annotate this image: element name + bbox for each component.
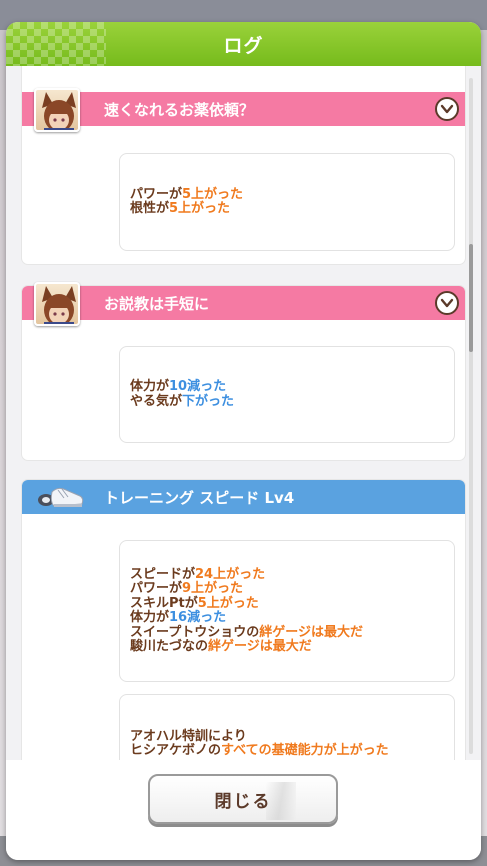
event-message: 体力が10減った やる気が下がった [119,346,455,443]
highlight: 絆ゲージは最大だ [259,624,363,640]
text: スピードが [130,566,196,582]
highlight: 10減った [169,379,227,394]
header-pattern [6,22,106,66]
scrollbar-track[interactable] [469,78,473,754]
highlight: 16減った [169,610,227,625]
event-card-header[interactable]: 速くなれるお薬依頼？ [22,88,465,132]
event-title: 速くなれるお薬依頼？ [104,100,255,119]
dialog-title: ログ [223,34,264,57]
highlight: 5上がった [197,595,259,611]
message-line: スイープトウショウの絆ゲージは最大だ [130,624,444,641]
text: スキルPtが [130,595,198,611]
highlight: 24上がった [195,566,266,582]
event-title: トレーニング スピード Lv4 [104,488,295,507]
chevron-down-icon[interactable] [435,97,459,121]
text: パワーが [130,581,183,596]
text: 駿川たづなの [130,639,209,654]
dialog-header: ログ [6,22,481,66]
event-message: アオハル特訓により ヒシアケボノのすべての基礎能力が上がった [119,694,455,760]
highlight: 下がった [182,393,235,409]
close-button[interactable]: 閉じる [148,774,338,824]
text: 体力が [130,610,170,625]
message-line: スキルPtが5上がった [130,595,444,612]
highlight: 5上がった [182,186,244,202]
highlight: すべての基礎能力が上がった [221,743,389,758]
message-line: 根性が5上がった [130,201,444,217]
highlight: 絆ゲージは最大だ [208,639,312,654]
shoe-icon [38,487,84,507]
event-card-header[interactable]: お説教は手短に [22,282,465,326]
message-line: スピードが24上がった [130,566,444,583]
message-line: パワーが9上がった [130,581,444,597]
text: パワーが [130,186,183,202]
log-dialog: ログ 速くなれるお薬依頼？ パワーが5上がった 根性が5上がった お説教は手短に… [6,22,481,860]
chevron-down-icon[interactable] [435,291,459,315]
event-card: トレーニング スピード Lv4 スピードが24上がった パワーが9上がった スキ… [22,480,465,760]
message-line: 体力が16減った [130,610,444,626]
text: やる気が [130,393,183,409]
text: スイープトウショウの [130,624,260,640]
character-portrait-icon [34,282,80,326]
event-title: お説教は手短に [104,294,210,313]
message-line: アオハル特訓により [130,728,444,745]
message-line: やる気が下がった [130,393,444,410]
text: アオハル特訓により [130,728,247,744]
text: 根性が [130,201,170,216]
event-card-header[interactable]: トレーニング スピード Lv4 [22,480,465,514]
highlight: 9上がった [182,581,244,596]
event-card: お説教は手短に 体力が10減った やる気が下がった [22,282,465,460]
message-line: ヒシアケボノのすべての基礎能力が上がった [130,743,444,759]
close-button-label: 閉じる [214,791,272,812]
message-line: 体力が10減った [130,379,444,395]
event-card: 速くなれるお薬依頼？ パワーが5上がった 根性が5上がった [22,66,465,264]
scrollbar-thumb[interactable] [469,244,473,352]
event-message: パワーが5上がった 根性が5上がった [119,153,455,251]
highlight: 5上がった [169,201,231,216]
dialog-footer: 閉じる [6,760,481,860]
log-list[interactable]: 速くなれるお薬依頼？ パワーが5上がった 根性が5上がった お説教は手短に 体力… [6,66,481,760]
message-line: パワーが5上がった [130,186,444,203]
event-message: スピードが24上がった パワーが9上がった スキルPtが5上がった 体力が16減… [119,540,455,682]
character-portrait-icon [34,88,80,132]
text: ヒシアケボノの [130,743,222,758]
message-line: 駿川たづなの絆ゲージは最大だ [130,639,444,655]
text: 体力が [130,379,170,394]
